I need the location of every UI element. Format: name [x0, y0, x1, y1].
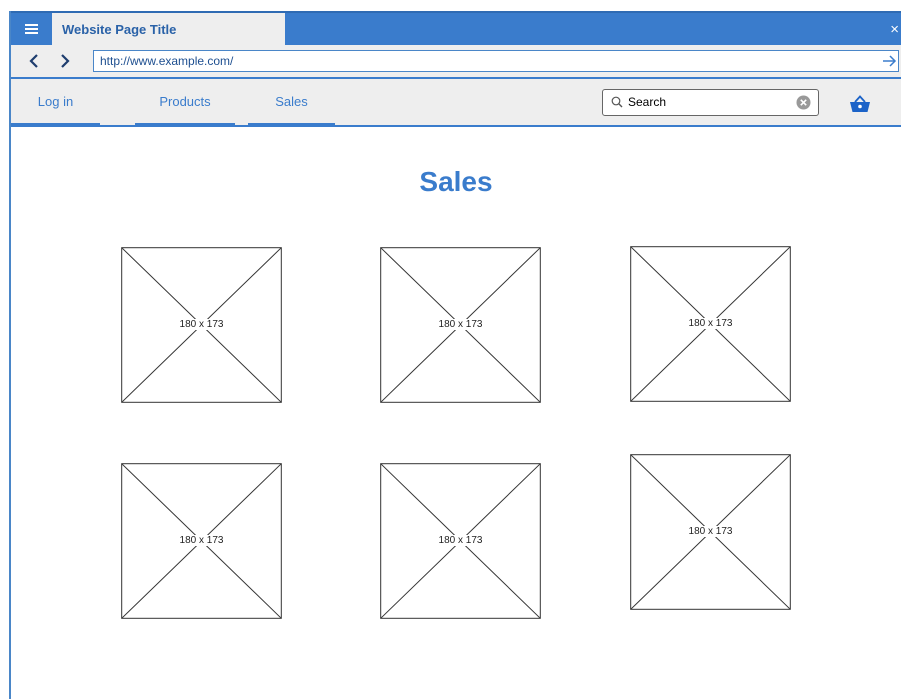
nav-link-products[interactable]: Products	[135, 79, 235, 125]
tab-title: Website Page Title	[62, 21, 177, 37]
chevron-right-icon[interactable]	[56, 52, 74, 70]
placeholder-dimensions: 180 x 173	[687, 318, 734, 329]
page-title: Sales	[419, 166, 493, 197]
placeholder-dimensions: 180 x 173	[687, 526, 734, 537]
nav-link-sales[interactable]: Sales	[248, 79, 335, 125]
placeholder-dimensions: 180 x 173	[437, 535, 484, 546]
clear-icon[interactable]	[796, 95, 811, 110]
placeholder-dimensions: 180 x 173	[178, 535, 225, 546]
image-placeholder: 180 x 173	[121, 463, 282, 619]
image-placeholder: 180 x 173	[121, 247, 282, 403]
arrow-right-icon[interactable]	[881, 51, 897, 71]
nav-link-log-in[interactable]: Log in	[11, 79, 100, 125]
placeholder-dimensions: 180 x 173	[437, 319, 484, 330]
search-icon	[611, 96, 623, 108]
title-bar: Website Page Title ×	[11, 11, 901, 45]
browser-window: Website Page Title × Log in Products Sal…	[9, 11, 901, 699]
site-nav-bar: Log in Products Sales	[11, 79, 901, 127]
shopping-basket-icon[interactable]	[849, 95, 871, 113]
image-placeholder: 180 x 173	[630, 246, 791, 402]
search-box	[602, 89, 819, 116]
image-placeholder: 180 x 173	[380, 247, 541, 403]
browser-tab[interactable]: Website Page Title	[52, 13, 285, 45]
placeholder-dimensions: 180 x 173	[178, 319, 225, 330]
search-input[interactable]	[628, 92, 788, 112]
close-icon[interactable]: ×	[890, 13, 899, 45]
chevron-left-icon[interactable]	[25, 52, 43, 70]
address-bar	[11, 45, 901, 79]
image-placeholder: 180 x 173	[380, 463, 541, 619]
url-input[interactable]	[93, 50, 899, 72]
hamburger-menu-icon[interactable]	[11, 13, 52, 45]
image-placeholder: 180 x 173	[630, 454, 791, 610]
